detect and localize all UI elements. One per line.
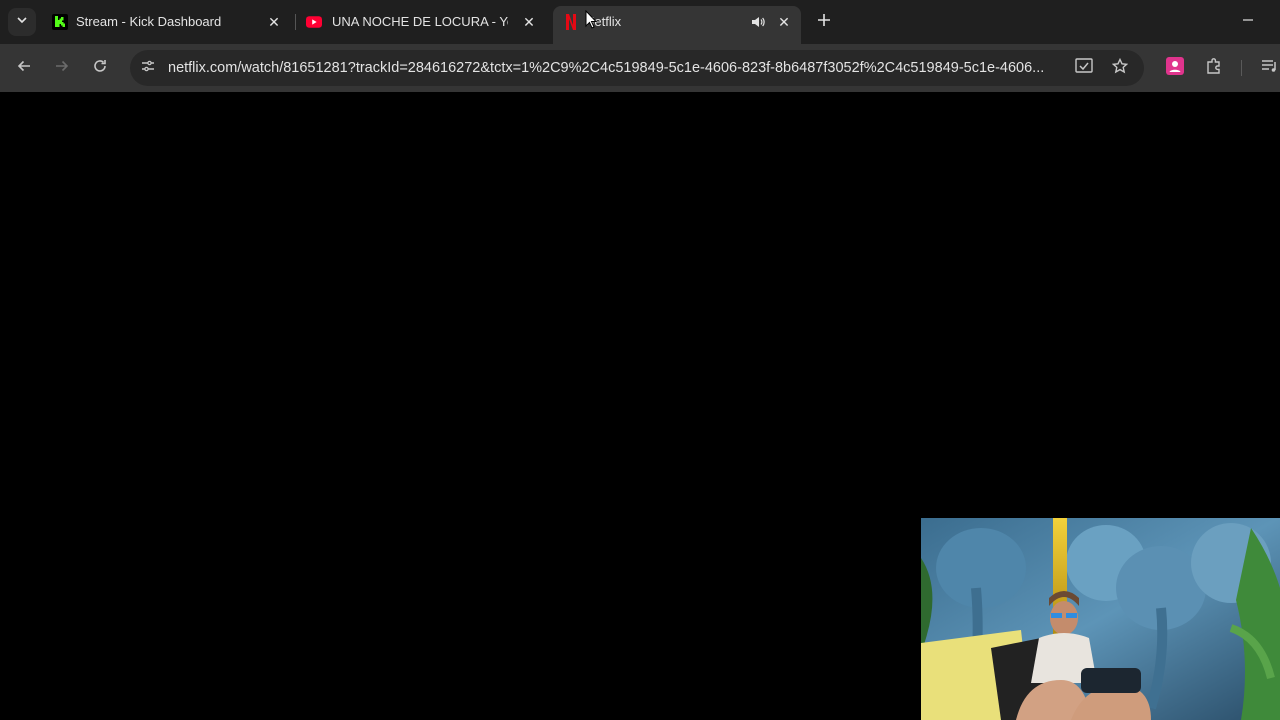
puzzle-icon xyxy=(1205,57,1223,80)
plus-icon xyxy=(817,13,831,32)
back-button[interactable] xyxy=(10,54,38,82)
cast-button[interactable] xyxy=(1072,56,1096,80)
playlist-icon xyxy=(1261,58,1279,79)
arrow-right-icon xyxy=(54,58,70,79)
url-text: netflix.com/watch/81651281?trackId=28461… xyxy=(168,60,1045,76)
extensions-button[interactable] xyxy=(1200,54,1228,82)
arrow-left-icon xyxy=(16,58,32,79)
profile-icon xyxy=(1166,56,1184,80)
tab-title: Stream - Kick Dashboard xyxy=(76,14,222,29)
minimize-icon xyxy=(1242,13,1254,31)
tab-title: UNA NOCHE DE LOCURA - You xyxy=(332,14,508,29)
speaker-icon[interactable] xyxy=(748,12,768,32)
tab-strip: Stream - Kick Dashboard ✕ UNA NOCHE DE L… xyxy=(0,0,1280,44)
toolbar-divider xyxy=(1241,60,1242,76)
close-icon[interactable]: ✕ xyxy=(264,12,284,32)
close-icon[interactable]: ✕ xyxy=(519,12,539,32)
webcam-overlay xyxy=(921,518,1280,720)
tab-youtube[interactable]: UNA NOCHE DE LOCURA - You ✕ xyxy=(298,6,550,38)
site-info-button[interactable] xyxy=(136,56,160,80)
bookmark-button[interactable] xyxy=(1108,56,1132,80)
forward-button[interactable] xyxy=(48,54,76,82)
mouse-cursor xyxy=(585,9,598,35)
install-app-icon xyxy=(1075,57,1093,79)
profile-extension-button[interactable] xyxy=(1162,54,1188,82)
tab-kick-dashboard[interactable]: Stream - Kick Dashboard ✕ xyxy=(44,6,294,38)
star-icon xyxy=(1111,57,1129,79)
minimize-button[interactable] xyxy=(1232,8,1264,36)
tab-search-button[interactable] xyxy=(8,8,36,36)
media-controls-button[interactable] xyxy=(1256,54,1280,82)
chevron-down-icon xyxy=(16,13,28,31)
reload-icon xyxy=(92,58,108,79)
reload-button[interactable] xyxy=(86,54,114,82)
netflix-icon xyxy=(563,14,579,30)
tab-separator xyxy=(295,14,296,30)
browser-toolbar: netflix.com/watch/81651281?trackId=28461… xyxy=(0,44,1280,92)
new-tab-button[interactable] xyxy=(810,8,838,36)
close-icon[interactable]: ✕ xyxy=(774,12,794,32)
kick-icon xyxy=(52,14,68,30)
youtube-icon xyxy=(306,14,322,30)
address-bar[interactable]: netflix.com/watch/81651281?trackId=28461… xyxy=(130,50,1144,86)
tab-title: Netflix xyxy=(585,14,622,29)
tune-icon xyxy=(140,58,156,79)
